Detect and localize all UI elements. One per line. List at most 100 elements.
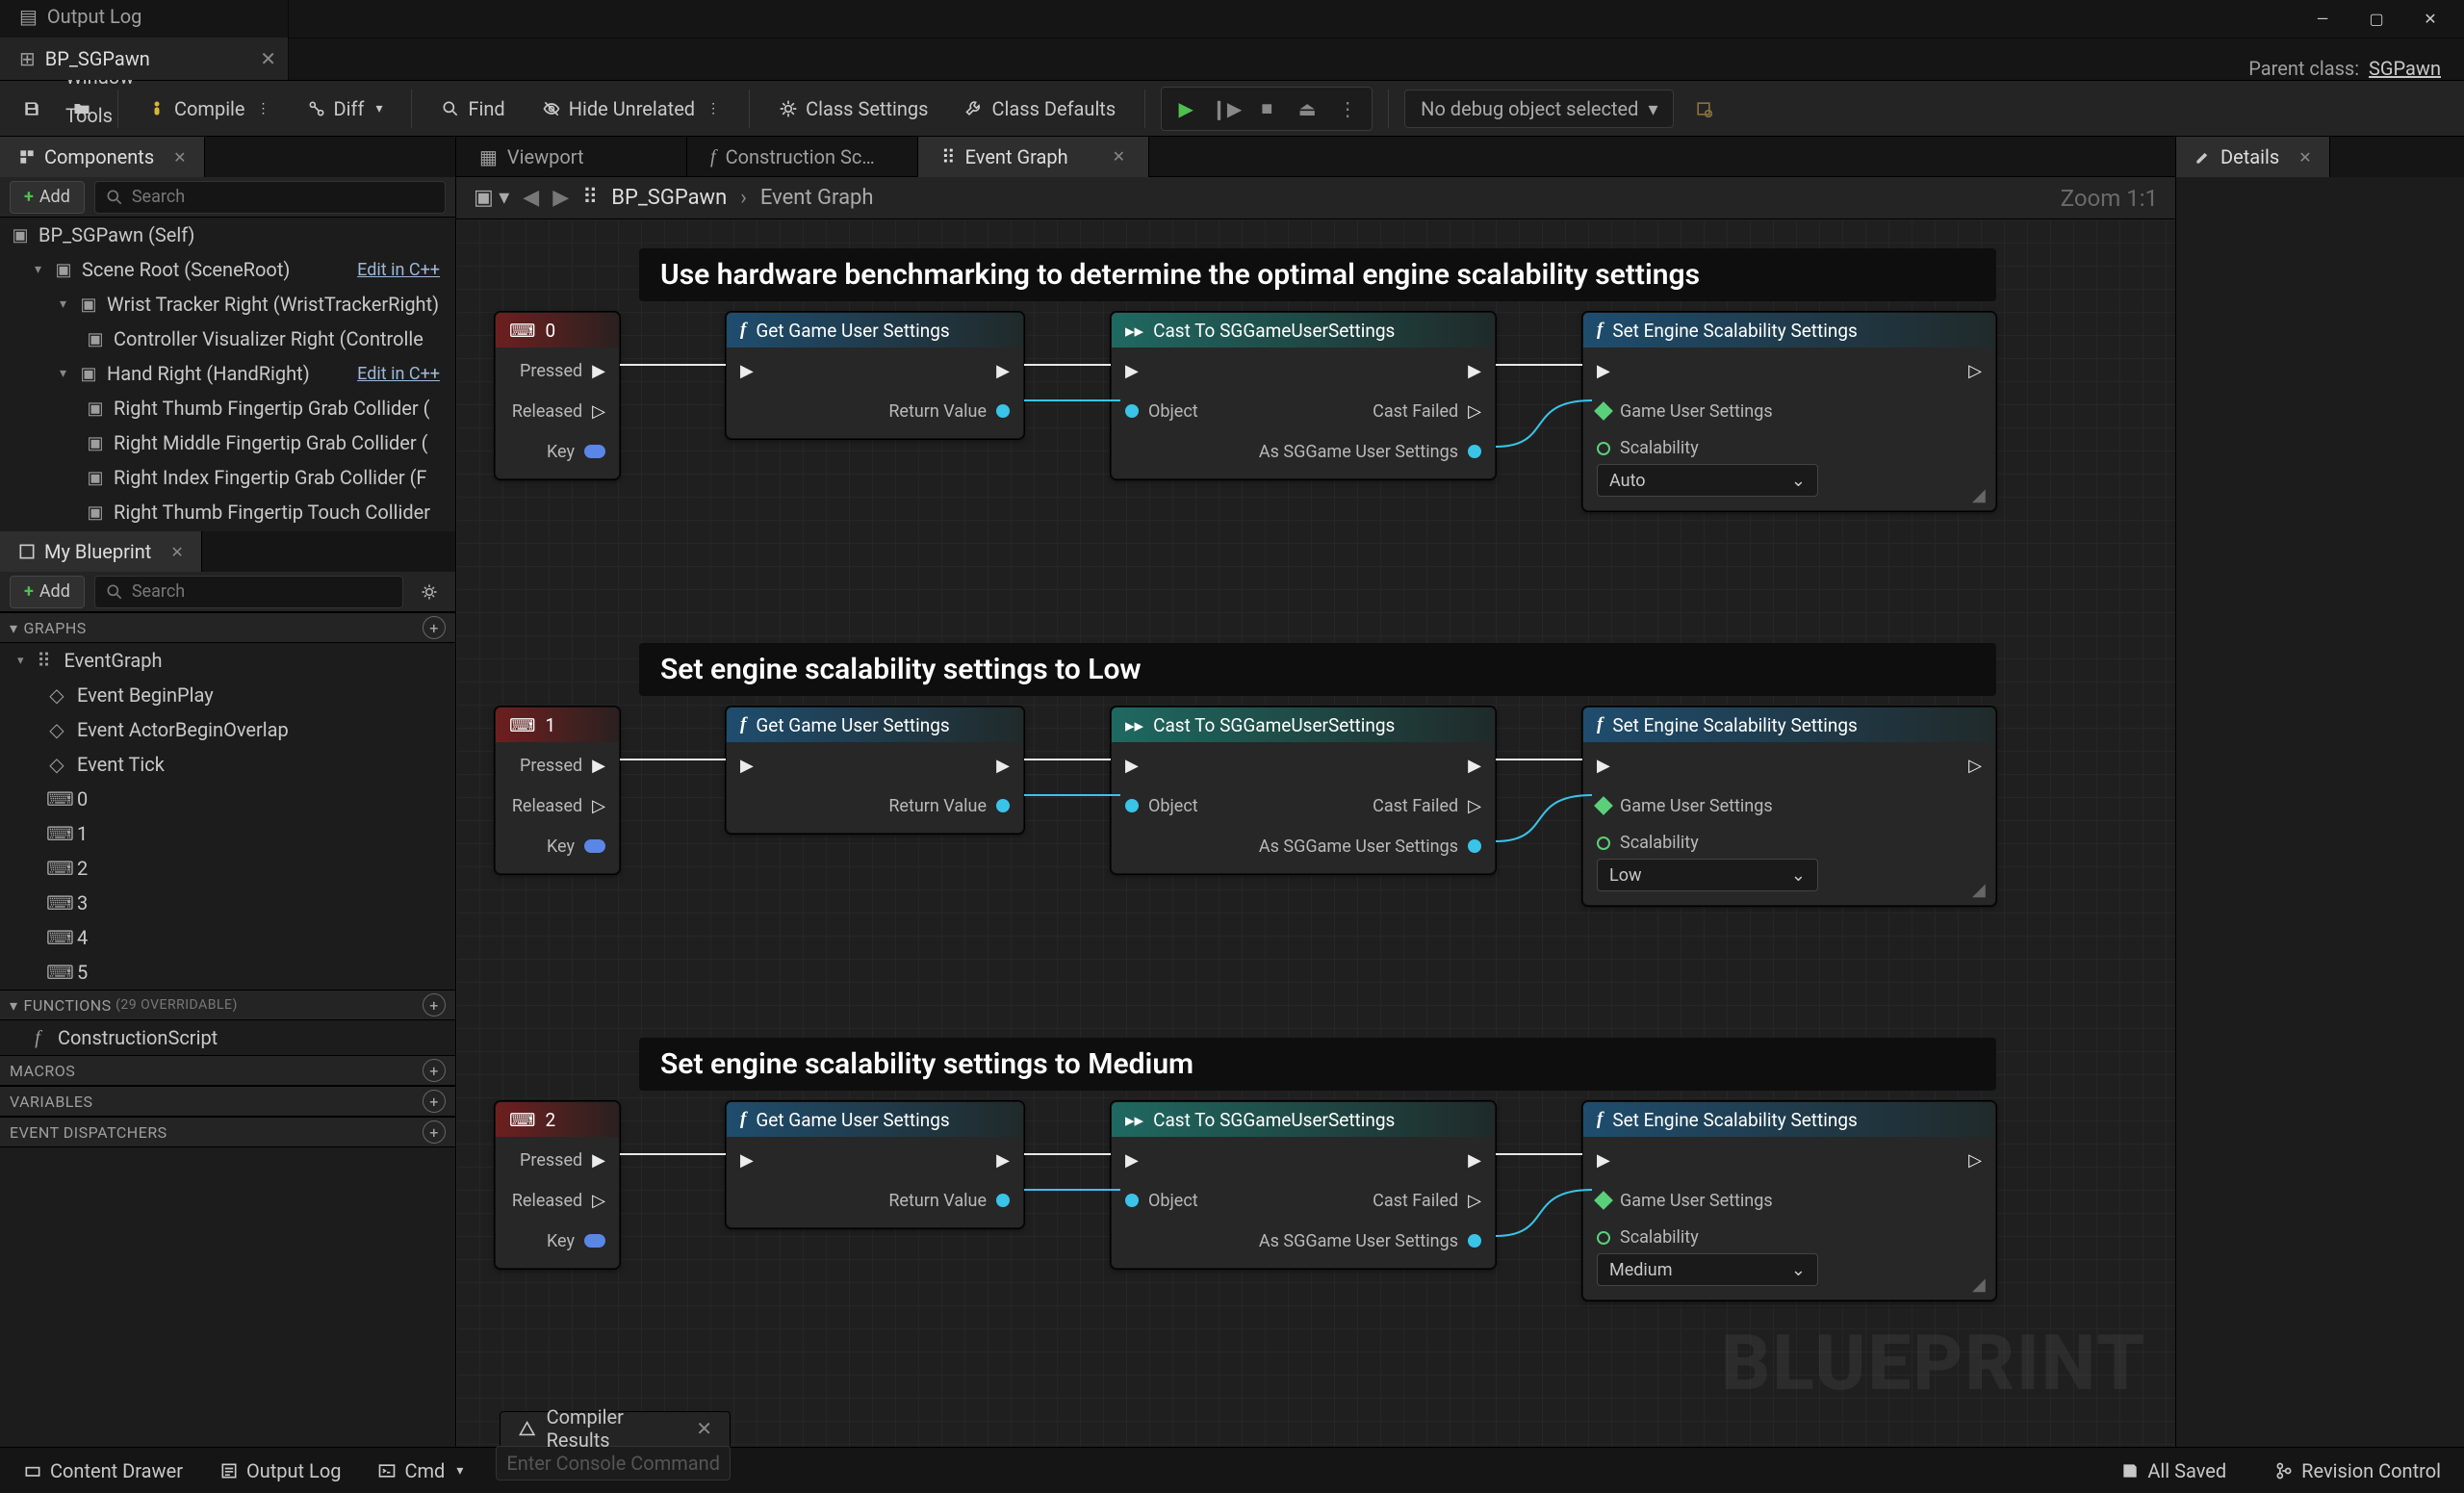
event-item[interactable]: ◇Event ActorBeginOverlap xyxy=(0,712,455,747)
comment-box[interactable]: Use hardware benchmarking to determine t… xyxy=(639,248,1996,301)
key-event-item[interactable]: ⌨1 xyxy=(0,816,455,851)
key-pin[interactable] xyxy=(584,445,605,458)
close-icon[interactable]: ✕ xyxy=(2298,148,2311,167)
enum-pin[interactable] xyxy=(1597,442,1610,455)
stop-button[interactable]: ■ xyxy=(1248,91,1285,126)
exec-in-pin[interactable]: ▶ xyxy=(740,1150,754,1171)
dispatchers-section-header[interactable]: EVENT DISPATCHERS+ xyxy=(0,1117,455,1147)
blueprint-search[interactable]: Search xyxy=(94,576,403,608)
scalability-dropdown[interactable]: Auto⌄ xyxy=(1597,464,1818,497)
comment-box[interactable]: Set engine scalability settings to Low xyxy=(639,643,1996,696)
nav-forward-button[interactable]: ▶ xyxy=(552,186,569,210)
exec-in-pin[interactable]: ▶ xyxy=(1597,756,1610,776)
class-settings-button[interactable]: Class Settings xyxy=(765,89,941,129)
event-item[interactable]: ◇Event BeginPlay xyxy=(0,678,455,712)
doc-tab-output-log[interactable]: ▤Output Log xyxy=(0,0,289,38)
window-minimize[interactable]: — xyxy=(2298,2,2347,37)
component-row[interactable]: ▣BP_SGPawn (Self) xyxy=(0,218,455,252)
blueprint-settings-button[interactable] xyxy=(413,576,446,608)
exec-out-pin[interactable]: ▷ xyxy=(1468,1191,1481,1211)
cast-node[interactable]: ▸▸Cast To SGGameUserSettings ▶ Object ▶ … xyxy=(1111,707,1496,874)
data-in-pin[interactable] xyxy=(1125,404,1139,418)
data-out-pin[interactable] xyxy=(996,404,1010,418)
eject-button[interactable]: ⏏ xyxy=(1289,91,1325,126)
component-row[interactable]: ▣Wrist Tracker Right (WristTrackerRight) xyxy=(0,287,455,322)
close-icon[interactable]: ✕ xyxy=(260,47,276,70)
window-close[interactable]: ✕ xyxy=(2406,2,2454,37)
target-pin[interactable] xyxy=(1594,796,1613,815)
exec-out-pin[interactable]: ▷ xyxy=(1968,756,1982,776)
exec-out-pin[interactable]: ▷ xyxy=(1968,361,1982,381)
key-event-item[interactable]: ⌨0 xyxy=(0,782,455,816)
resize-handle[interactable]: ◢ xyxy=(1972,882,1989,899)
data-out-pin[interactable] xyxy=(1468,839,1481,853)
key-pin[interactable] xyxy=(584,1234,605,1248)
data-in-pin[interactable] xyxy=(1125,799,1139,812)
component-row[interactable]: ▣Hand Right (HandRight)Edit in C++ xyxy=(0,356,455,391)
exec-out-pin[interactable]: ▷ xyxy=(592,401,605,422)
output-log-button[interactable]: Output Log xyxy=(210,1459,351,1482)
revision-control-button[interactable]: Revision Control xyxy=(2265,1459,2451,1482)
diff-button[interactable]: Diff▾ xyxy=(294,89,397,129)
functions-section-header[interactable]: ▾FUNCTIONS (29 OVERRIDABLE)+ xyxy=(0,990,455,1020)
exec-out-pin[interactable]: ▷ xyxy=(1468,796,1481,816)
set-scalability-node[interactable]: fSet Engine Scalability Settings ▶ Game … xyxy=(1582,1101,1996,1300)
exec-in-pin[interactable]: ▶ xyxy=(740,361,754,381)
window-maximize[interactable]: ▢ xyxy=(2352,2,2400,37)
eventgraph-item[interactable]: ▾⠿EventGraph xyxy=(0,643,455,678)
parent-class-link[interactable]: SGPawn xyxy=(2369,57,2441,80)
data-out-pin[interactable] xyxy=(996,1194,1010,1207)
add-component-button[interactable]: +Add xyxy=(10,181,85,214)
graphs-section-header[interactable]: ▾GRAPHS+ xyxy=(0,612,455,643)
edit-cpp-link[interactable]: Edit in C++ xyxy=(357,260,446,280)
add-dispatcher-button[interactable]: + xyxy=(423,1120,446,1144)
event-item[interactable]: ◇Event Tick xyxy=(0,747,455,782)
component-row[interactable]: ▣Scene Root (SceneRoot)Edit in C++ xyxy=(0,252,455,287)
exec-in-pin[interactable]: ▶ xyxy=(1125,756,1139,776)
variables-section-header[interactable]: VARIABLES+ xyxy=(0,1086,455,1117)
edit-cpp-link[interactable]: Edit in C++ xyxy=(357,364,446,384)
nav-tabs-button[interactable]: ▣ ▾ xyxy=(474,186,509,210)
add-variable-button[interactable]: + xyxy=(423,1090,446,1113)
find-button[interactable]: Find xyxy=(427,89,518,129)
exec-out-pin[interactable]: ▶ xyxy=(1468,756,1481,776)
input-key-node[interactable]: ⌨1 ▶Pressed ▷Released Key xyxy=(495,707,620,874)
add-graph-button[interactable]: + xyxy=(423,616,446,639)
add-blueprint-button[interactable]: +Add xyxy=(10,576,85,608)
input-key-node[interactable]: ⌨2 ▶Pressed ▷Released Key xyxy=(495,1101,620,1269)
cast-node[interactable]: ▸▸Cast To SGGameUserSettings ▶ Object ▶ … xyxy=(1111,1101,1496,1269)
class-defaults-button[interactable]: Class Defaults xyxy=(951,89,1129,129)
cmd-button[interactable]: Cmd▾ xyxy=(368,1459,473,1482)
data-out-pin[interactable] xyxy=(1468,1234,1481,1248)
debug-object-selector[interactable]: No debug object selected▾ xyxy=(1404,90,1674,128)
construction-script-item[interactable]: fConstructionScript xyxy=(0,1020,455,1055)
add-macro-button[interactable]: + xyxy=(423,1059,446,1082)
get-settings-node[interactable]: fGet Game User Settings ▶ ▶ Return Value xyxy=(726,312,1024,439)
enum-pin[interactable] xyxy=(1597,1231,1610,1245)
exec-out-pin[interactable]: ▷ xyxy=(1968,1150,1982,1171)
editor-tab-viewport[interactable]: ▦Viewport xyxy=(456,137,687,177)
exec-in-pin[interactable]: ▶ xyxy=(1125,1150,1139,1171)
content-drawer-button[interactable]: Content Drawer xyxy=(13,1459,192,1482)
breadcrumb-root[interactable]: BP_SGPawn xyxy=(611,186,727,210)
exec-in-pin[interactable]: ▶ xyxy=(1597,361,1610,381)
key-event-item[interactable]: ⌨3 xyxy=(0,886,455,920)
compiler-results-tab[interactable]: Compiler Results ✕ xyxy=(500,1411,731,1446)
scalability-dropdown[interactable]: Low⌄ xyxy=(1597,859,1818,891)
close-icon[interactable]: ✕ xyxy=(1113,147,1125,166)
cast-node[interactable]: ▸▸Cast To SGGameUserSettings ▶ Object ▶ … xyxy=(1111,312,1496,479)
doc-tab-bp_sgpawn[interactable]: ⊞BP_SGPawn✕ xyxy=(0,38,289,80)
close-icon[interactable]: ✕ xyxy=(173,148,186,167)
scalability-dropdown[interactable]: Medium⌄ xyxy=(1597,1253,1818,1286)
compile-button[interactable]: Compile⋮ xyxy=(134,89,284,129)
comment-box[interactable]: Set engine scalability settings to Mediu… xyxy=(639,1038,1996,1091)
data-out-pin[interactable] xyxy=(996,799,1010,812)
exec-in-pin[interactable]: ▶ xyxy=(740,756,754,776)
breadcrumb-leaf[interactable]: Event Graph xyxy=(760,186,874,210)
component-row[interactable]: ▣Right Middle Fingertip Grab Collider ( xyxy=(0,425,455,460)
resize-handle[interactable]: ◢ xyxy=(1972,1276,1989,1294)
data-out-pin[interactable] xyxy=(1468,445,1481,458)
browse-button[interactable] xyxy=(62,89,102,129)
get-settings-node[interactable]: fGet Game User Settings ▶ ▶ Return Value xyxy=(726,707,1024,834)
exec-out-pin[interactable]: ▶ xyxy=(1468,361,1481,381)
